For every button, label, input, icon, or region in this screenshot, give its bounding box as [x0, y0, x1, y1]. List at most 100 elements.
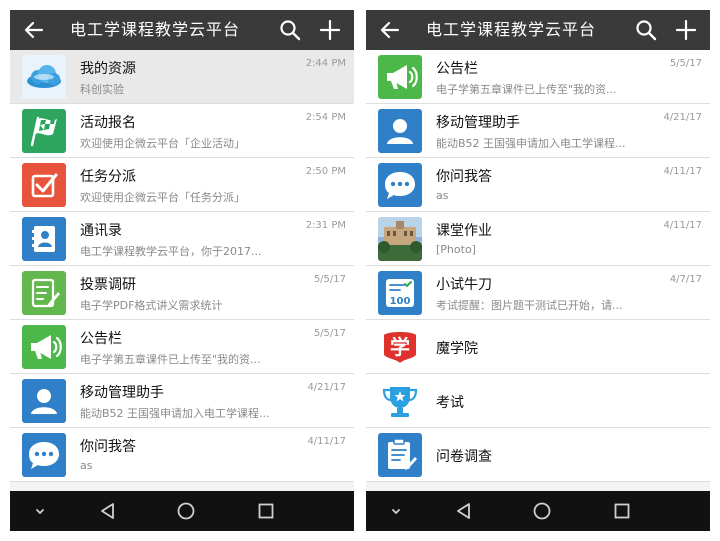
system-nav-bar — [10, 491, 354, 531]
chevron-down-icon[interactable] — [28, 499, 52, 523]
square-recents-icon[interactable] — [610, 499, 634, 523]
item-title: 移动管理助手 — [80, 385, 164, 401]
list-item-quick-test[interactable]: 100 小试牛刀 考试提醒：图片题干测试已开始，请... 4/7/17 — [366, 266, 710, 320]
list-item-event-signup[interactable]: 活动报名 欢迎使用企微云平台「企业活动」 2:54 PM — [10, 104, 354, 158]
app-list: 我的资源 科创实验 2:44 PM 活动报名 欢迎使用企微云平台「企业活动」 2… — [10, 50, 354, 491]
item-subtitle: as — [80, 459, 93, 472]
list-item-exam[interactable]: 考试 — [366, 374, 710, 428]
item-title: 投票调研 — [80, 277, 136, 293]
phone-screen-right: 电工学课程教学云平台 公告栏 电子学第五章课件已上传至"我的资... 5/5/1… — [366, 10, 710, 531]
chevron-down-icon[interactable] — [384, 499, 408, 523]
list-item-bulletin[interactable]: 公告栏 电子学第五章课件已上传至"我的资... 5/5/17 — [10, 320, 354, 374]
item-subtitle: 电子学第五章课件已上传至"我的资... — [80, 353, 261, 366]
list-item-task-assign[interactable]: 任务分派 欢迎使用企微云平台「任务分派」 2:50 PM — [10, 158, 354, 212]
list-item-qa[interactable]: 你问我答 as 4/11/17 — [10, 428, 354, 482]
item-time: 5/5/17 — [313, 328, 346, 339]
item-time: 4/11/17 — [663, 220, 702, 231]
plus-icon[interactable] — [316, 16, 344, 44]
checkered-flag-icon — [22, 109, 66, 153]
item-subtitle: 欢迎使用企微云平台「企业活动」 — [80, 137, 245, 150]
list-item-my-resources[interactable]: 我的资源 科创实验 2:44 PM — [10, 50, 354, 104]
item-time: 2:50 PM — [305, 166, 346, 177]
item-subtitle: 电工学课程教学云平台，你于2017... — [80, 245, 262, 258]
checkbox-icon — [22, 163, 66, 207]
item-subtitle: as — [436, 189, 449, 202]
triangle-back-icon[interactable] — [452, 499, 476, 523]
cloud-icon — [22, 55, 66, 99]
search-icon[interactable] — [276, 16, 304, 44]
campus-photo-icon — [378, 217, 422, 261]
arrow-left-icon[interactable] — [376, 16, 404, 44]
list-item-mobile-admin[interactable]: 移动管理助手 能动B52 王国强申请加入电工学课程... 4/21/17 — [10, 374, 354, 428]
item-time: 4/21/17 — [307, 382, 346, 393]
chat-bubble-icon — [378, 163, 422, 207]
item-title: 通讯录 — [80, 223, 122, 239]
item-title: 你问我答 — [80, 439, 136, 455]
item-title: 公告栏 — [80, 331, 122, 347]
app-title: 电工学课程教学云平台 — [70, 20, 241, 39]
system-nav-bar — [366, 491, 710, 531]
item-subtitle: 欢迎使用企微云平台「任务分派」 — [80, 191, 245, 204]
item-time: 5/5/17 — [313, 274, 346, 285]
list-item-qa[interactable]: 你问我答 as 4/11/17 — [366, 158, 710, 212]
item-title: 公告栏 — [436, 61, 478, 77]
item-subtitle: 考试提醒：图片题干测试已开始，请... — [436, 299, 623, 312]
search-icon[interactable] — [632, 16, 660, 44]
item-subtitle: 能动B52 王国强申请加入电工学课程... — [436, 137, 626, 150]
item-time: 5/5/17 — [669, 58, 702, 69]
item-subtitle: 科创实验 — [80, 83, 124, 96]
item-time: 2:54 PM — [305, 112, 346, 123]
phone-screen-left: 电工学课程教学云平台 我的资源 科创实验 2:44 PM 活动报名 欢迎使用企微… — [10, 10, 354, 531]
item-title: 课堂作业 — [436, 223, 492, 239]
item-time: 4/21/17 — [663, 112, 702, 123]
app-title: 电工学课程教学云平台 — [426, 20, 597, 39]
item-time: 4/11/17 — [663, 166, 702, 177]
list-item-class-homework[interactable]: 课堂作业 [Photo] 4/11/17 — [366, 212, 710, 266]
plus-icon[interactable] — [672, 16, 700, 44]
list-item-contacts[interactable]: 通讯录 电工学课程教学云平台，你于2017... 2:31 PM — [10, 212, 354, 266]
triangle-back-icon[interactable] — [96, 499, 120, 523]
item-time: 4/7/17 — [669, 274, 702, 285]
item-title: 我的资源 — [80, 61, 136, 77]
top-app-bar: 电工学课程教学云平台 — [366, 10, 710, 50]
megaphone-icon — [22, 325, 66, 369]
list-item-vote-survey[interactable]: 投票调研 电子学PDF格式讲义需求统计 5/5/17 — [10, 266, 354, 320]
item-subtitle: 电子学第五章课件已上传至"我的资... — [436, 83, 617, 96]
trophy-icon — [378, 379, 422, 423]
item-title: 任务分派 — [80, 169, 136, 185]
chat-bubble-icon — [22, 433, 66, 477]
item-title: 问卷调查 — [436, 449, 492, 465]
item-time: 2:31 PM — [305, 220, 346, 231]
item-title: 考试 — [436, 395, 464, 411]
item-subtitle: 能动B52 王国强申请加入电工学课程... — [80, 407, 270, 420]
svg-text:学: 学 — [390, 335, 410, 359]
circle-home-icon[interactable] — [174, 499, 198, 523]
person-icon — [22, 379, 66, 423]
list-item-bulletin[interactable]: 公告栏 电子学第五章课件已上传至"我的资... 5/5/17 — [366, 50, 710, 104]
app-list: 公告栏 电子学第五章课件已上传至"我的资... 5/5/17 移动管理助手 能动… — [366, 50, 710, 491]
list-item-mo-academy[interactable]: 学 魔学院 — [366, 320, 710, 374]
item-title: 魔学院 — [436, 341, 478, 357]
list-item-questionnaire[interactable]: 问卷调查 — [366, 428, 710, 482]
svg-text:100: 100 — [390, 296, 411, 307]
item-subtitle: 电子学PDF格式讲义需求统计 — [80, 299, 223, 312]
circle-home-icon[interactable] — [530, 499, 554, 523]
item-title: 移动管理助手 — [436, 115, 520, 131]
list-item-mobile-admin[interactable]: 移动管理助手 能动B52 王国强申请加入电工学课程... 4/21/17 — [366, 104, 710, 158]
item-title: 小试牛刀 — [436, 277, 492, 293]
arrow-left-icon[interactable] — [20, 16, 48, 44]
square-recents-icon[interactable] — [254, 499, 278, 523]
top-app-bar: 电工学课程教学云平台 — [10, 10, 354, 50]
vote-form-icon — [22, 271, 66, 315]
questionnaire-icon — [378, 433, 422, 477]
item-title: 你问我答 — [436, 169, 492, 185]
megaphone-icon — [378, 55, 422, 99]
item-title: 活动报名 — [80, 115, 136, 131]
item-time: 2:44 PM — [305, 58, 346, 69]
person-icon — [378, 109, 422, 153]
item-subtitle: [Photo] — [436, 243, 476, 256]
xue-logo-icon: 学 — [378, 325, 422, 369]
score-100-icon: 100 — [378, 271, 422, 315]
contacts-book-icon — [22, 217, 66, 261]
item-time: 4/11/17 — [307, 436, 346, 447]
